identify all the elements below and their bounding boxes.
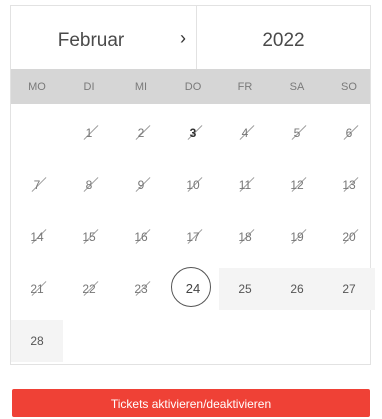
day-cell-disabled: 11 — [219, 164, 271, 206]
day-number: 11 — [238, 178, 252, 192]
month-label[interactable]: Februar — [11, 6, 171, 69]
toggle-tickets-button[interactable]: Tickets aktivieren/deaktivieren — [12, 389, 370, 417]
day-cell[interactable]: 27 — [323, 268, 375, 310]
day-number: 17 — [186, 230, 200, 244]
day-number: 13 — [342, 178, 356, 192]
day-cell-disabled: 14 — [11, 216, 63, 258]
day-cell-disabled: 2 — [115, 112, 167, 154]
day-cell-disabled: 7 — [11, 164, 63, 206]
day-number: 10 — [186, 178, 200, 192]
weekday-mi: MI — [134, 81, 148, 93]
day-cell-today: 3 — [167, 112, 219, 154]
day-cell-disabled: 15 — [63, 216, 115, 258]
day-number: 20 — [342, 230, 356, 244]
day-number: 6 — [345, 126, 353, 140]
day-cell-disabled: 18 — [219, 216, 271, 258]
calendar-header: Februar › 2022 — [11, 6, 370, 69]
day-number: 4 — [241, 126, 249, 140]
day-number: 23 — [134, 282, 148, 296]
day-number: 22 — [82, 282, 96, 296]
day-cell-disabled: 13 — [323, 164, 375, 206]
weekday-do: DO — [184, 81, 202, 93]
day-cell[interactable]: 26 — [271, 268, 323, 310]
year-label[interactable]: 2022 — [197, 6, 370, 69]
day-cell-disabled: 5 — [271, 112, 323, 154]
day-cell-disabled: 12 — [271, 164, 323, 206]
day-number: 2 — [137, 126, 145, 140]
weekday-fr: FR — [237, 81, 253, 93]
day-number: 3 — [189, 126, 197, 140]
day-cell-disabled: 21 — [11, 268, 63, 310]
day-cell-disabled: 8 — [63, 164, 115, 206]
day-number: 21 — [30, 282, 44, 296]
weekday-header: MO DI MI DO FR SA SO — [11, 69, 370, 104]
day-number: 16 — [134, 230, 148, 244]
day-number: 8 — [85, 178, 93, 192]
day-number: 24 — [185, 281, 201, 296]
next-month-button[interactable]: › — [169, 6, 197, 69]
day-number: 18 — [238, 230, 252, 244]
day-cell-disabled: 17 — [167, 216, 219, 258]
day-cell-disabled: 20 — [323, 216, 375, 258]
day-number: 7 — [33, 178, 41, 192]
day-number: 25 — [238, 282, 252, 296]
day-number: 14 — [30, 230, 44, 244]
day-cell-disabled: 4 — [219, 112, 271, 154]
day-cell-disabled: 19 — [271, 216, 323, 258]
calendar: Februar › 2022 MO DI MI DO FR SA SO 1 2 … — [10, 5, 375, 365]
day-number: 5 — [293, 126, 301, 140]
day-number: 19 — [290, 230, 304, 244]
day-cell[interactable]: 25 — [219, 268, 271, 310]
day-cell-disabled: 9 — [115, 164, 167, 206]
day-cell-selected[interactable]: 24 — [167, 267, 219, 310]
day-number: 12 — [290, 178, 304, 192]
day-number: 27 — [342, 282, 356, 296]
day-cell[interactable]: 28 — [11, 320, 63, 362]
weekday-sa: SA — [289, 81, 305, 93]
day-cell-disabled: 22 — [63, 268, 115, 310]
day-cell-disabled: 6 — [323, 112, 375, 154]
day-number: 1 — [85, 126, 93, 140]
weekday-so: SO — [341, 81, 357, 93]
chevron-right-icon: › — [180, 28, 186, 48]
day-number: 28 — [30, 334, 44, 348]
day-number: 26 — [290, 282, 304, 296]
day-cell-disabled: 16 — [115, 216, 167, 258]
weekday-mo: MO — [28, 81, 46, 93]
day-cell-disabled: 23 — [115, 268, 167, 310]
day-number: 15 — [82, 230, 96, 244]
weekday-di: DI — [83, 81, 95, 93]
day-cell-disabled: 1 — [63, 112, 115, 154]
day-cell-disabled: 10 — [167, 164, 219, 206]
day-number: 9 — [137, 178, 145, 192]
